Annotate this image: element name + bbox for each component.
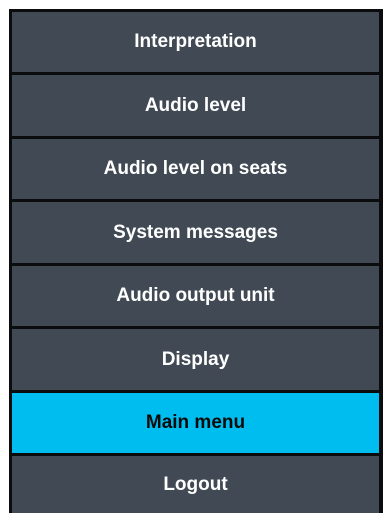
menu-item-audio-level-on-seats[interactable]: Audio level on seats	[12, 139, 379, 199]
menu-item-main-menu[interactable]: Main menu	[12, 393, 379, 453]
menu-item-label: Audio output unit	[116, 285, 275, 306]
menu-item-audio-output-unit[interactable]: Audio output unit	[12, 266, 379, 326]
menu-item-system-messages[interactable]: System messages	[12, 202, 379, 263]
menu-item-label: Audio level	[144, 94, 247, 116]
menu-item-label: Main menu	[145, 412, 246, 433]
menu-item-display[interactable]: Display	[12, 329, 379, 390]
side-menu: Interpretation Audio level Audio level o…	[9, 9, 383, 513]
menu-item-label: Interpretation	[134, 31, 257, 52]
menu-item-label: System messages	[113, 221, 278, 243]
menu-item-label: Display	[161, 348, 230, 370]
menu-item-logout[interactable]: Logout	[12, 456, 379, 513]
menu-item-label: Logout	[163, 473, 228, 495]
menu-item-audio-level[interactable]: Audio level	[12, 75, 379, 136]
menu-item-label: Audio level on seats	[103, 158, 288, 179]
menu-item-interpretation[interactable]: Interpretation	[12, 12, 379, 72]
